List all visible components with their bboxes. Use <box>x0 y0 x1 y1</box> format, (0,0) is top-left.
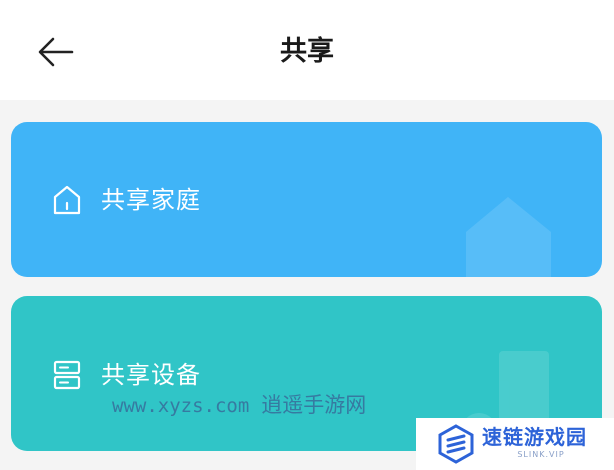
watermark-name: 逍遥手游网 <box>261 393 367 417</box>
top-bar: 共享 <box>0 0 614 100</box>
house-decoration-icon <box>466 197 551 277</box>
share-family-label: 共享家庭 <box>101 186 201 214</box>
share-device-label: 共享设备 <box>101 361 201 389</box>
brand-logo-icon <box>438 424 474 464</box>
brand-domain: SLINK.VIP <box>517 450 565 459</box>
watermark-url: www.xyzs.com <box>112 395 250 417</box>
page-title: 共享 <box>280 36 334 67</box>
home-icon <box>53 185 81 215</box>
device-icon <box>53 360 81 390</box>
brand-name: 速链游戏园 <box>482 425 587 449</box>
share-family-card[interactable]: 共享家庭 <box>11 122 602 277</box>
brand-badge: 速链游戏园 SLINK.VIP <box>416 418 614 470</box>
watermark: www.xyzs.com 逍遥手游网 <box>112 390 366 421</box>
